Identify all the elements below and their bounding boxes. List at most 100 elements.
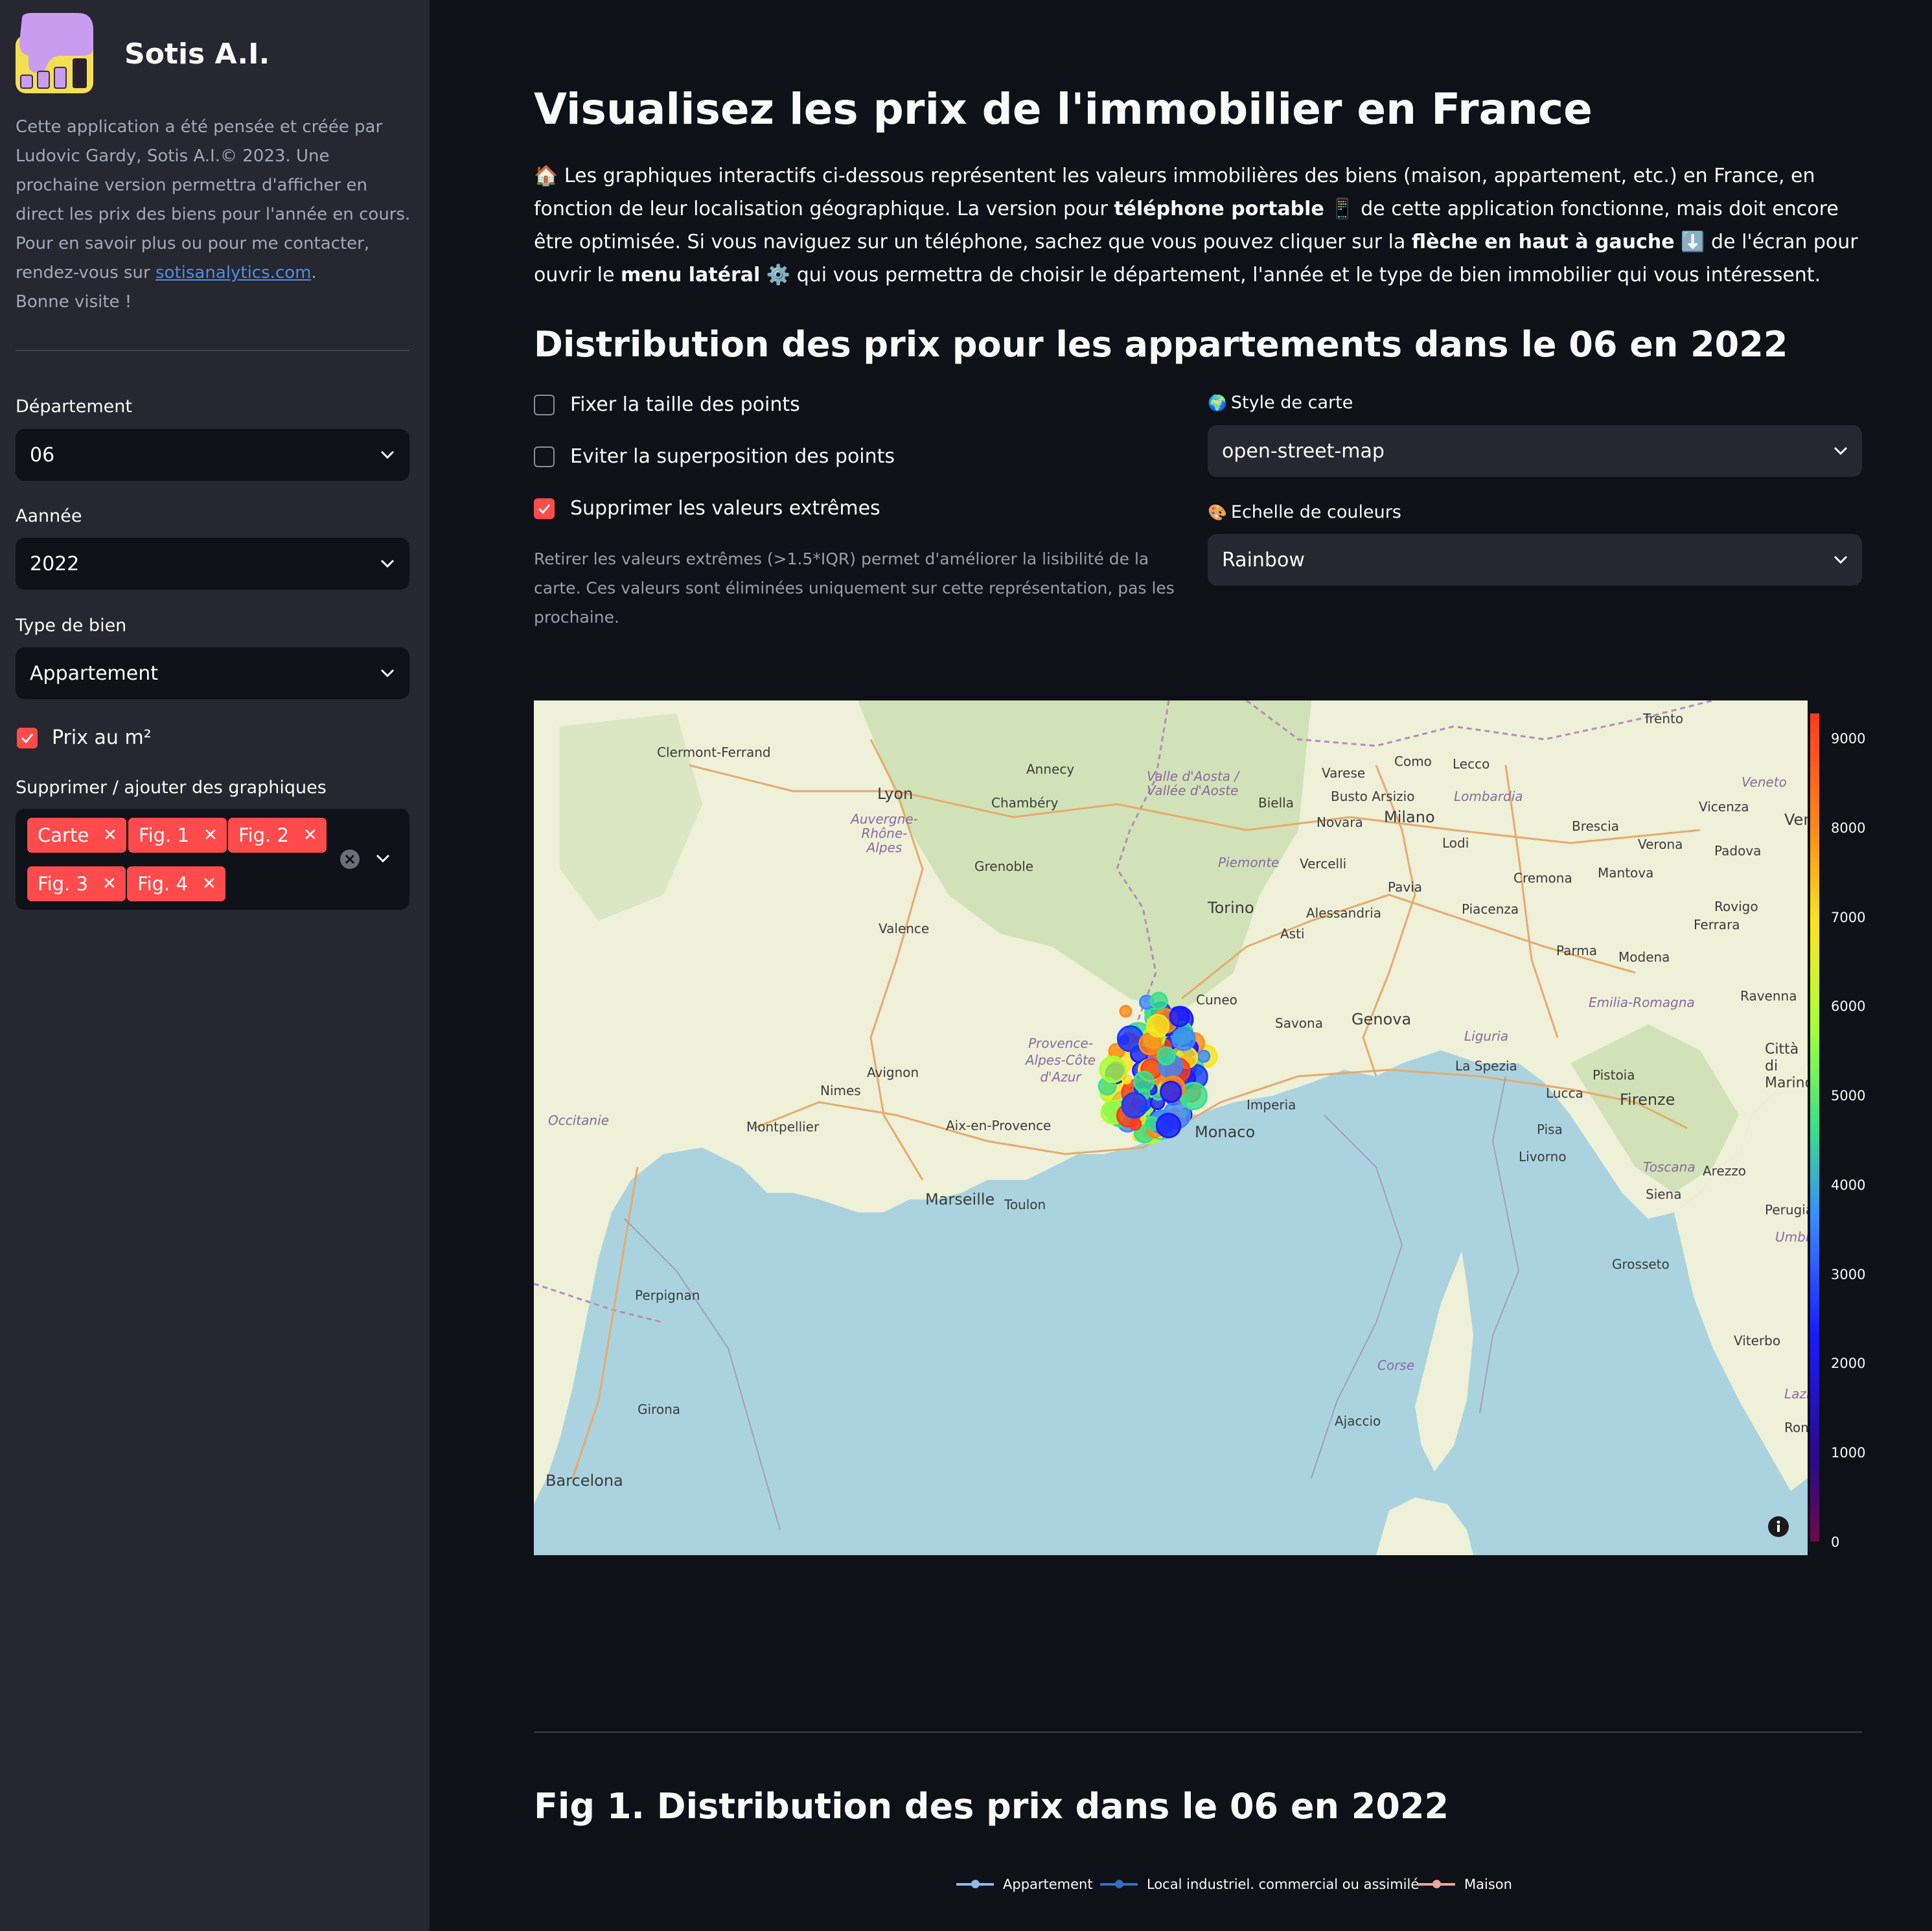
sidebar-intro: Cette application a été pensée et créée …: [16, 113, 417, 317]
tag-label: Carte: [38, 824, 89, 846]
tag-fig1[interactable]: Fig. 1 ✕: [128, 818, 227, 853]
departement-value: 06: [30, 443, 55, 467]
legend-label: Maison: [1464, 1877, 1512, 1892]
price-point[interactable]: [1146, 1013, 1170, 1037]
chevron-down-icon: [380, 665, 395, 681]
colorbar-tick: 0: [1831, 1534, 1840, 1550]
down-arrow-icon: ⬇️: [1681, 231, 1705, 253]
colorbar-tick: 9000: [1831, 731, 1866, 746]
prix-m2-checkbox[interactable]: [17, 727, 38, 748]
fix-size-option[interactable]: Fixer la taille des points: [534, 393, 800, 416]
colorbar-tick: 2000: [1831, 1356, 1866, 1372]
palette-icon: 🎨: [1208, 503, 1227, 522]
chevron-down-icon: [380, 447, 395, 463]
legend-label: Appartement: [1003, 1877, 1093, 1892]
tag-carte[interactable]: Carte ✕: [27, 818, 126, 853]
departement-select[interactable]: 06: [16, 429, 409, 481]
sotis-logo: [16, 13, 93, 93]
close-icon[interactable]: ✕: [303, 826, 317, 845]
price-point[interactable]: [1121, 1074, 1132, 1085]
tag-fig2[interactable]: Fig. 2 ✕: [228, 818, 327, 853]
intro-part: qui vous permettra de choisir le départe…: [790, 264, 1821, 286]
section-title: Distribution des prix pour les apparteme…: [534, 324, 1788, 365]
colorbar-tick: 5000: [1831, 1088, 1866, 1104]
legend-item-local[interactable]: Local industriel. commercial ou assimilé: [1100, 1877, 1419, 1892]
close-icon[interactable]: ✕: [202, 874, 216, 894]
color-scale-select[interactable]: Rainbow: [1208, 534, 1862, 586]
legend-line: [1418, 1880, 1455, 1888]
intro-paragraph: 🏠 Les graphiques interactifs ci-dessous …: [534, 159, 1869, 292]
colorbar-tick: 1000: [1831, 1445, 1866, 1461]
legend-item-maison[interactable]: Maison: [1418, 1877, 1512, 1892]
close-icon[interactable]: ✕: [103, 826, 117, 845]
intro-after: .: [311, 263, 317, 283]
sotisanalytics-link[interactable]: sotisanalytics.com: [155, 263, 311, 283]
tag-fig4[interactable]: Fig. 4 ✕: [127, 866, 225, 901]
info-icon[interactable]: [1767, 1516, 1789, 1538]
price-map[interactable]: Trento Clermont-Ferrand Lyon Annecy Cham…: [534, 700, 1808, 1555]
chevron-down-icon[interactable]: [376, 854, 390, 863]
fig1-title: Fig 1. Distribution des prix dans le 06 …: [534, 1786, 1449, 1827]
price-points[interactable]: [534, 700, 1808, 1555]
map-style-select[interactable]: open-street-map: [1208, 425, 1862, 477]
gear-icon: ⚙️: [766, 264, 791, 286]
intro-end: Bonne visite !: [16, 292, 132, 312]
chevron-down-icon: [1834, 446, 1848, 456]
annee-value: 2022: [30, 552, 80, 575]
type-value: Appartement: [30, 662, 159, 685]
avoid-overlap-option[interactable]: Eviter la superposition des points: [534, 445, 895, 468]
tag-fig3[interactable]: Fig. 3 ✕: [27, 866, 126, 901]
price-point[interactable]: [1129, 1117, 1142, 1131]
tag-label: Fig. 1: [139, 824, 189, 846]
legend-item-appartement[interactable]: Appartement: [956, 1877, 1093, 1892]
remove-outliers-checkbox[interactable]: [534, 498, 555, 519]
price-point[interactable]: [1133, 1070, 1155, 1093]
remove-outliers-option[interactable]: Supprimer les valeurs extrêmes: [534, 497, 880, 520]
clear-all-icon[interactable]: [339, 849, 360, 870]
tag-label: Fig. 2: [238, 824, 289, 846]
prix-m2-option[interactable]: Prix au m²: [17, 726, 152, 749]
colorbar-tick: 3000: [1831, 1266, 1866, 1282]
intro-text: Cette application a été pensée et créée …: [16, 117, 411, 283]
tag-label: Fig. 4: [137, 873, 188, 895]
annee-select[interactable]: 2022: [16, 538, 409, 590]
colorbar-tick: 8000: [1831, 820, 1866, 836]
outliers-help-text: Retirer les valeurs extrêmes (>1.5*IQR) …: [534, 549, 1175, 627]
globe-icon: 🌍: [1208, 393, 1227, 412]
price-point[interactable]: [1121, 1092, 1148, 1119]
color-scale-value: Rainbow: [1222, 548, 1305, 572]
price-point[interactable]: [1155, 1113, 1182, 1139]
price-point[interactable]: [1119, 1004, 1133, 1018]
avoid-overlap-label: Eviter la superposition des points: [570, 445, 895, 468]
price-point[interactable]: [1197, 1049, 1211, 1063]
brand-name: Sotis A.I.: [124, 38, 270, 71]
avoid-overlap-checkbox[interactable]: [534, 446, 555, 467]
legend-label: Local industriel. commercial ou assimilé: [1147, 1877, 1420, 1892]
price-point[interactable]: [1116, 1025, 1144, 1052]
remove-outliers-label: Supprimer les valeurs extrêmes: [570, 497, 880, 520]
map-style-value: open-street-map: [1222, 439, 1385, 463]
map-style-label-text: Style de carte: [1230, 393, 1353, 413]
type-select[interactable]: Appartement: [16, 647, 409, 699]
color-scale-label-text: Echelle de couleurs: [1230, 502, 1401, 522]
price-point[interactable]: [1156, 1046, 1176, 1066]
price-point[interactable]: [1149, 991, 1168, 1010]
intro-bold: flèche en haut à gauche: [1411, 231, 1675, 253]
colorbar-tick: 6000: [1831, 999, 1866, 1015]
page-title: Visualisez les prix de l'immobilier en F…: [534, 84, 1593, 134]
price-point[interactable]: [1160, 1080, 1182, 1104]
graphs-multiselect[interactable]: Carte ✕ Fig. 1 ✕ Fig. 2 ✕ Fig. 3 ✕ Fig. 4 ✕: [16, 809, 409, 910]
section-divider: [534, 1731, 1862, 1733]
fix-size-checkbox[interactable]: [534, 394, 555, 415]
annee-label: Aannée: [16, 506, 82, 526]
colorbar-tick: 7000: [1831, 909, 1866, 925]
map-style-label: 🌍 Style de carte: [1208, 393, 1353, 413]
tag-label: Fig. 3: [38, 873, 88, 895]
close-icon[interactable]: ✕: [203, 826, 218, 845]
fix-size-label: Fixer la taille des points: [570, 393, 800, 416]
close-icon[interactable]: ✕: [102, 874, 117, 894]
intro-bold: menu latéral: [621, 264, 761, 286]
price-point[interactable]: [1169, 1006, 1190, 1028]
legend-line: [1100, 1880, 1138, 1888]
price-point[interactable]: [1171, 1026, 1196, 1052]
